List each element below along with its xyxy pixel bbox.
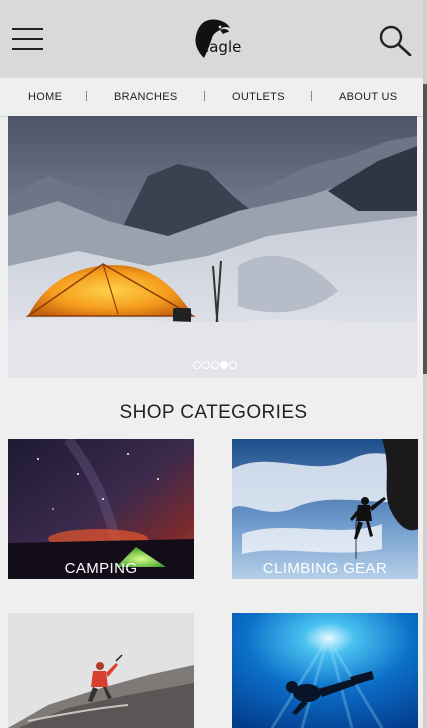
nav-separator <box>86 91 87 101</box>
diving-image <box>232 613 418 728</box>
hamburger-menu-icon[interactable] <box>12 28 43 50</box>
nav-separator <box>204 91 205 101</box>
main-nav: HOME BRANCHES OUTLETS ABOUT US <box>0 78 427 117</box>
category-card-diving[interactable] <box>232 613 418 728</box>
mountaineering-image <box>8 613 194 728</box>
logo-text[interactable]: eagle <box>200 38 241 56</box>
category-label: CLIMBING GEAR <box>262 560 388 577</box>
nav-item-home[interactable]: HOME <box>28 91 62 103</box>
scrollbar-thumb[interactable] <box>423 84 427 374</box>
nav-separator <box>311 91 312 101</box>
camping-image <box>8 439 194 579</box>
carousel-dot-5[interactable] <box>229 361 237 369</box>
app-header: eagle <box>0 0 427 78</box>
nav-item-outlets[interactable]: OUTLETS <box>232 91 285 103</box>
section-title-shop-categories: SHOP CATEGORIES <box>119 402 308 423</box>
hero-image-snowy-tent <box>8 116 417 378</box>
category-label: CAMPING <box>64 560 138 577</box>
category-card-camping[interactable]: CAMPING <box>8 439 194 579</box>
carousel-dot-3[interactable] <box>211 361 219 369</box>
climbing-image <box>232 439 418 579</box>
carousel-dot-1[interactable] <box>193 361 201 369</box>
category-card-mountaineering[interactable] <box>8 613 194 728</box>
category-card-climbing-gear[interactable]: CLIMBING GEAR <box>232 439 418 579</box>
page-scrollbar[interactable] <box>423 0 427 728</box>
hero-carousel[interactable] <box>8 116 417 378</box>
carousel-dot-4[interactable] <box>220 361 228 369</box>
nav-item-branches[interactable]: BRANCHES <box>114 91 178 103</box>
search-icon[interactable] <box>378 24 412 56</box>
nav-item-about-us[interactable]: ABOUT US <box>339 91 397 103</box>
carousel-dot-2[interactable] <box>202 361 210 369</box>
